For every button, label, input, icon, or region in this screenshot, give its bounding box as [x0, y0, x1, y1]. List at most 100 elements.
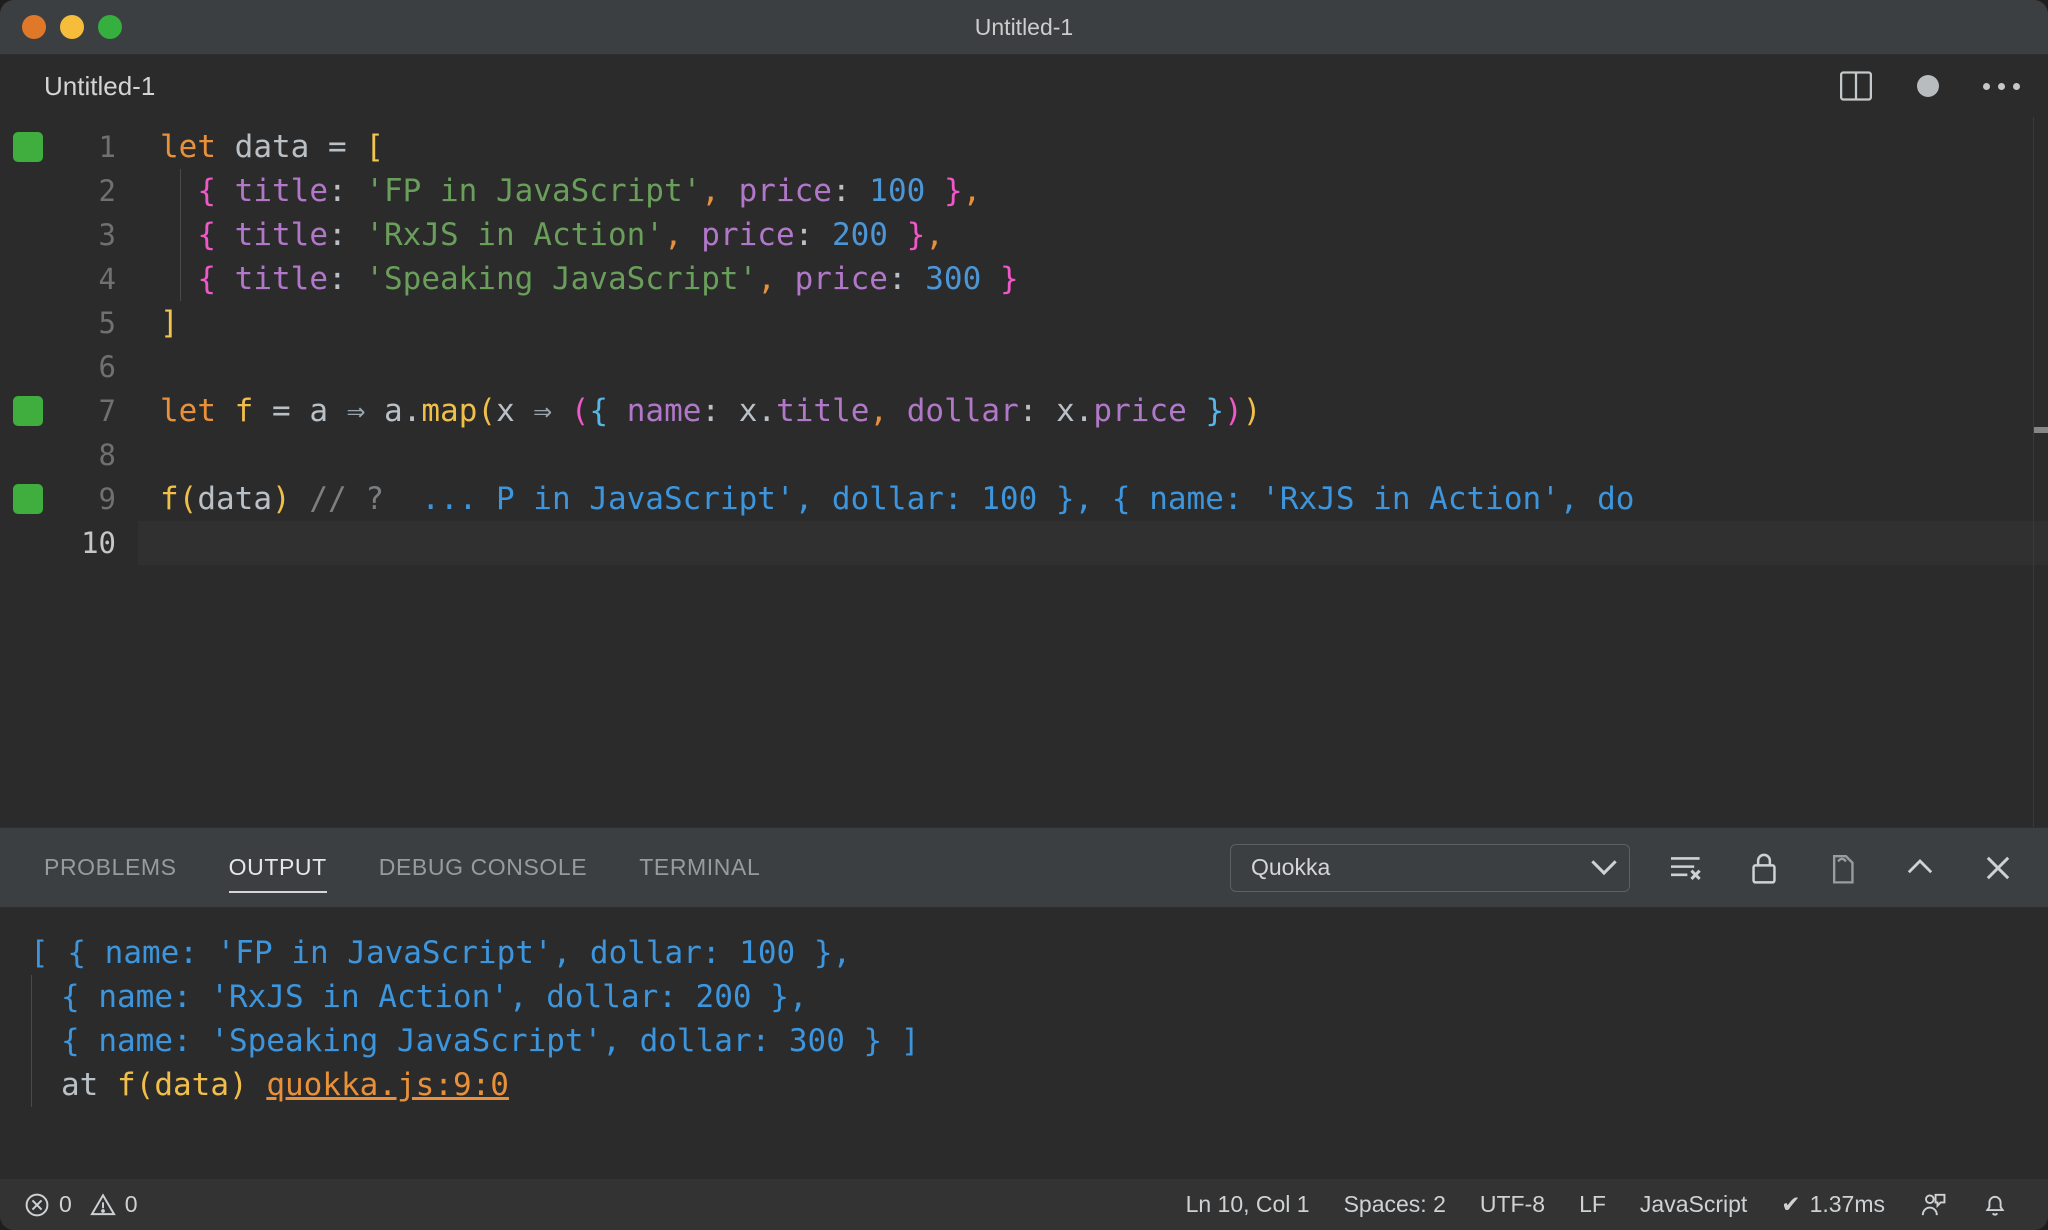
- quokka-live-marker[interactable]: [0, 396, 56, 426]
- output-text: at: [61, 1067, 117, 1103]
- indentation-status[interactable]: Spaces: 2: [1327, 1191, 1463, 1218]
- code-token: map: [421, 393, 478, 429]
- code-token: :: [887, 261, 926, 297]
- code-token: ⇒: [533, 393, 553, 429]
- panel-tab-output[interactable]: OUTPUT: [228, 828, 327, 907]
- code-token: (: [477, 393, 497, 429]
- code-line[interactable]: 4 { title: 'Speaking JavaScript', price:…: [0, 257, 2048, 301]
- indent-guide: [180, 169, 181, 213]
- code-token: {: [589, 393, 609, 429]
- code-token: (: [178, 481, 198, 517]
- code-token: {: [197, 173, 216, 209]
- line-number: 10: [81, 526, 116, 560]
- open-in-editor-icon[interactable]: [1820, 846, 1864, 890]
- code-line[interactable]: 2 { title: 'FP in JavaScript', price: 10…: [0, 169, 2048, 213]
- code-token: }: [999, 261, 1019, 297]
- code-token: ): [1224, 393, 1243, 429]
- code-token: 'Speaking JavaScript': [365, 261, 758, 297]
- code-token: :: [328, 261, 366, 297]
- line-number: 8: [98, 438, 116, 472]
- code-token: let: [160, 129, 216, 165]
- line-number: 7: [98, 394, 116, 428]
- line-number: 5: [98, 306, 116, 340]
- more-actions-icon[interactable]: [1983, 82, 2020, 90]
- lock-scroll-icon[interactable]: [1742, 846, 1786, 890]
- code-line[interactable]: 3 { title: 'RxJS in Action', price: 200 …: [0, 213, 2048, 257]
- panel-tab-terminal[interactable]: TERMINAL: [639, 828, 760, 907]
- quokka-live-marker[interactable]: [0, 132, 56, 162]
- code-line[interactable]: 5]: [0, 301, 2048, 345]
- code-line[interactable]: 10: [0, 521, 2048, 565]
- output-content[interactable]: [ { name: 'FP in JavaScript', dollar: 10…: [0, 907, 2048, 1178]
- output-lines: [ { name: 'FP in JavaScript', dollar: 10…: [30, 931, 2048, 1107]
- code-line[interactable]: 1 let data = [: [0, 125, 2048, 169]
- code-line[interactable]: 8: [0, 433, 2048, 477]
- clear-output-icon[interactable]: [1664, 846, 1708, 890]
- close-window-button[interactable]: [22, 15, 46, 39]
- code-line[interactable]: 9 f(data) // ? ... P in JavaScript', doll…: [0, 477, 2048, 521]
- notifications-bell-icon[interactable]: [1964, 1191, 2026, 1219]
- editor-tab-untitled-1[interactable]: Untitled-1: [44, 71, 155, 102]
- editor-scrollbar-thumb[interactable]: [2034, 427, 2048, 433]
- output-line: { name: 'RxJS in Action', dollar: 200 },: [31, 975, 2048, 1019]
- panel-tab-debug-console[interactable]: DEBUG CONSOLE: [379, 828, 587, 907]
- code-editor[interactable]: 1 let data = [2 { title: 'FP in JavaScrip…: [0, 117, 2048, 827]
- code-token: 300: [925, 261, 982, 297]
- code-line[interactable]: 6: [0, 345, 2048, 389]
- code-line[interactable]: 7 let f = a ⇒ a.map(x ⇒ ({ name: x.title,…: [0, 389, 2048, 433]
- code-token: title: [234, 261, 328, 297]
- eol-status[interactable]: LF: [1562, 1191, 1623, 1218]
- split-editor-icon[interactable]: [1839, 70, 1873, 102]
- code-token: {: [197, 217, 216, 253]
- comment-token: // ?: [309, 481, 384, 517]
- code-token: let: [160, 393, 216, 429]
- cursor-position[interactable]: Ln 10, Col 1: [1169, 1191, 1327, 1218]
- quokka-live-marker[interactable]: [0, 484, 56, 514]
- close-panel-icon[interactable]: [1976, 846, 2020, 890]
- code-token: ⇒: [346, 393, 366, 429]
- code-token: :: [794, 217, 832, 253]
- code-token: data: [197, 481, 272, 517]
- code-token: ): [272, 481, 291, 517]
- window-title: Untitled-1: [974, 13, 1074, 40]
- problems-status[interactable]: 0 0: [24, 1191, 155, 1218]
- quokka-status[interactable]: ✔ 1.37ms: [1764, 1191, 1902, 1218]
- editor-actions: [1839, 70, 2020, 102]
- code-token: a: [384, 393, 403, 429]
- output-line: { name: 'Speaking JavaScript', dollar: 3…: [31, 1019, 2048, 1063]
- source-location-link[interactable]: quokka.js:9:0: [266, 1063, 509, 1107]
- encoding-status[interactable]: UTF-8: [1463, 1191, 1562, 1218]
- chevron-down-icon: [1591, 849, 1617, 875]
- quokka-check-icon: ✔: [1781, 1191, 1801, 1217]
- output-channel-value: Quokka: [1251, 854, 1331, 880]
- code-token: title: [234, 173, 328, 209]
- minimize-window-button[interactable]: [60, 15, 84, 39]
- output-text: { name: 'RxJS in Action', dollar: 200 },: [61, 979, 808, 1015]
- feedback-icon[interactable]: [1902, 1191, 1964, 1219]
- code-token: ,: [925, 217, 944, 253]
- language-mode-status[interactable]: JavaScript: [1623, 1191, 1764, 1218]
- indent-guide: [180, 213, 181, 257]
- code-line-text: [138, 433, 2048, 477]
- line-number: 9: [98, 482, 116, 516]
- code-token: [: [365, 129, 385, 165]
- code-token: x: [738, 393, 758, 429]
- collapse-panel-icon[interactable]: [1898, 846, 1942, 890]
- code-line-text: { title: 'Speaking JavaScript', price: 3…: [138, 257, 2048, 301]
- editor-scrollbar-track: [2033, 117, 2034, 827]
- panel-tabs: PROBLEMS OUTPUT DEBUG CONSOLE TERMINAL: [44, 828, 760, 907]
- panel-tab-problems[interactable]: PROBLEMS: [44, 828, 177, 907]
- code-token: :: [1018, 393, 1057, 429]
- output-channel-select[interactable]: Quokka: [1230, 843, 1630, 892]
- code-token: data: [234, 129, 310, 165]
- maximize-window-button[interactable]: [98, 15, 122, 39]
